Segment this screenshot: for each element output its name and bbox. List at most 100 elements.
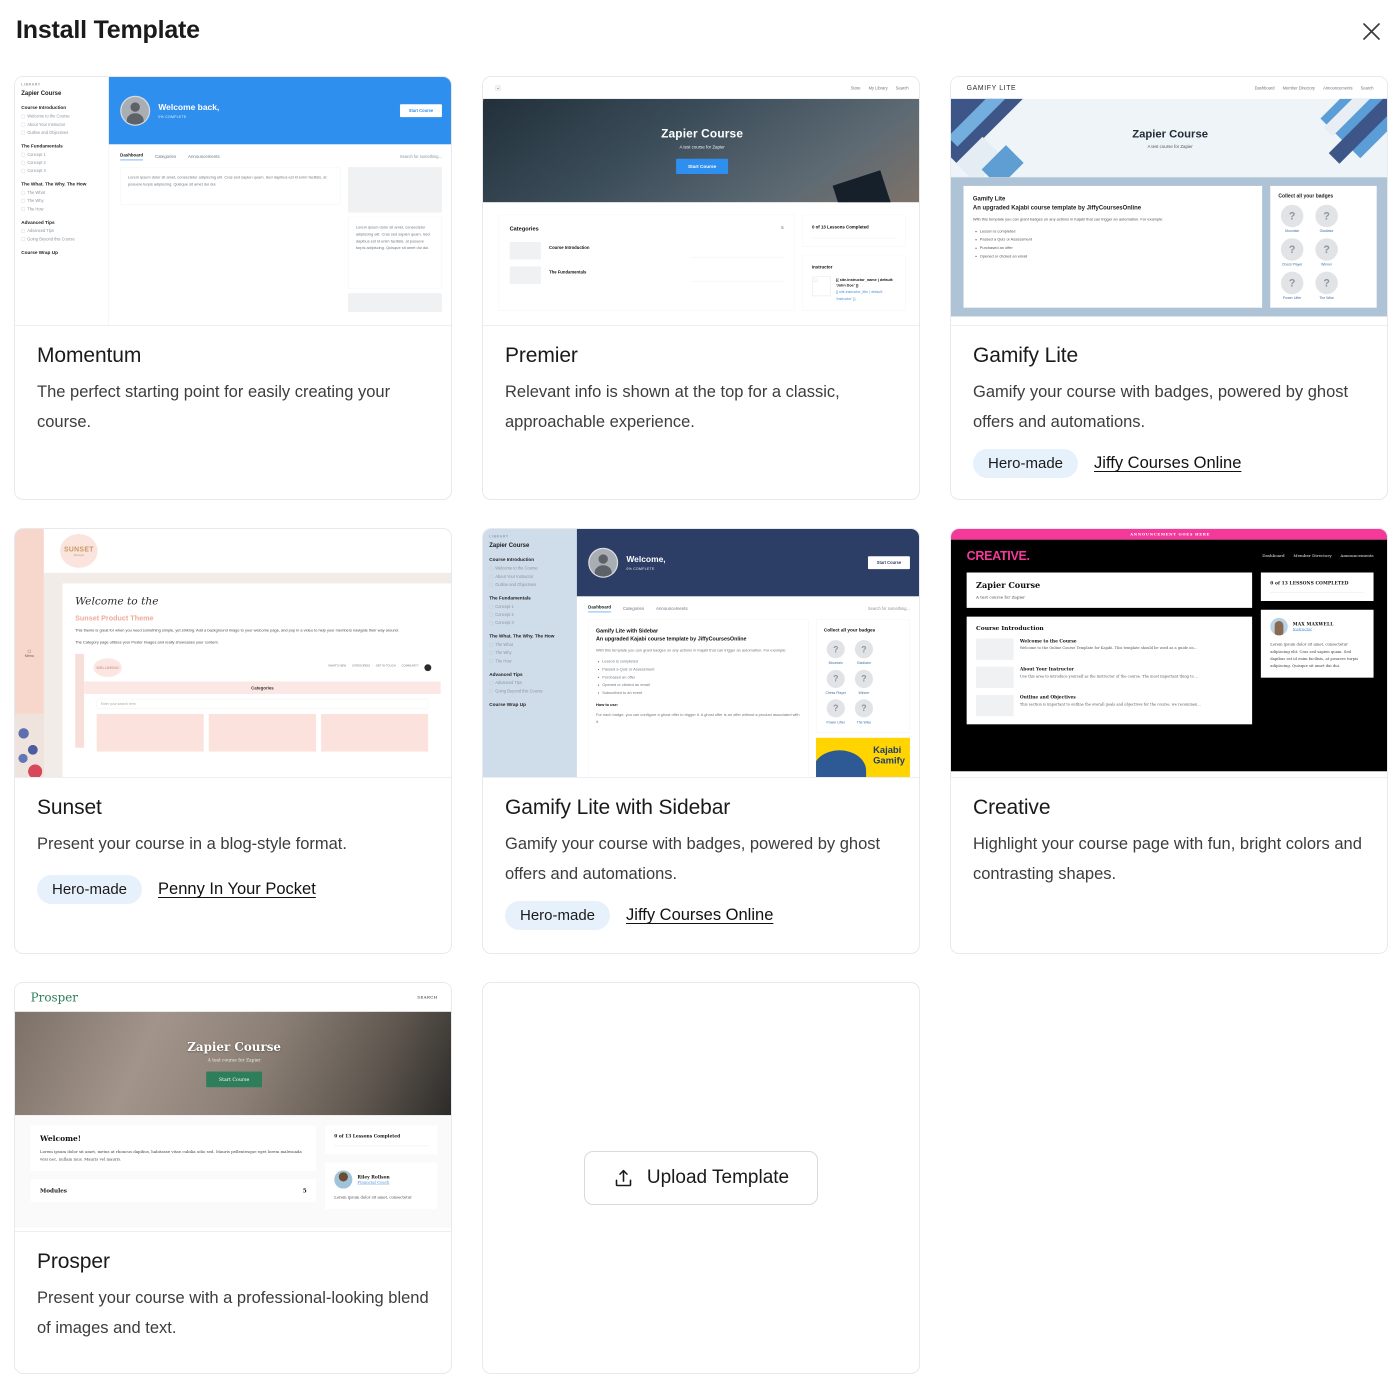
preview-text-card: Lorem ipsum dolor sit amet, consectetur … bbox=[348, 216, 442, 289]
template-card-creative[interactable]: ANNOUNCEMENT GOES HERE CREATIVE. Dashboa… bbox=[950, 528, 1388, 954]
template-thumbnail-momentum: LIBRARY Zapier Course Course Introductio… bbox=[15, 77, 451, 326]
preview-badges-title: Collect all your badges bbox=[1278, 193, 1334, 199]
template-name: Prosper bbox=[37, 1250, 110, 1273]
preview-lesson: Going Beyond this Course bbox=[21, 237, 102, 242]
preview-lesson: The What bbox=[21, 190, 102, 195]
preview-section-title: Course Introduction bbox=[489, 557, 535, 563]
close-button[interactable] bbox=[1354, 14, 1388, 48]
template-thumbnail-premier: Store My Library Search Zapier Course A … bbox=[483, 77, 919, 326]
preview-section-title: Course Introduction bbox=[21, 105, 67, 111]
preview-lesson: Concept 2 bbox=[489, 612, 570, 617]
template-description: Relevant info is shown at the top for a … bbox=[505, 383, 840, 431]
preview-lesson: Concept 3 bbox=[21, 168, 102, 173]
template-card-premier[interactable]: Store My Library Search Zapier Course A … bbox=[482, 76, 920, 500]
preview-category-item: Course Introduction bbox=[549, 245, 590, 250]
template-card-gamify-lite[interactable]: GAMIFY LITE Dashboard Member Directory A… bbox=[950, 76, 1388, 500]
preview-nav-search: SEARCH bbox=[417, 995, 438, 1000]
badge-question-icon: ? bbox=[854, 699, 873, 718]
preview-category-item: The Fundamentals bbox=[549, 269, 587, 275]
preview-badge-label: Power Lifter bbox=[1282, 296, 1302, 301]
template-author-link[interactable]: Penny In Your Pocket bbox=[158, 880, 316, 899]
preview-heading: Sunset Product Theme bbox=[75, 614, 154, 623]
preview-lesson: The Why bbox=[489, 650, 570, 655]
preview-lesson: Welcome to the Course bbox=[21, 114, 102, 119]
preview-progress-text: 0% COMPLETE bbox=[158, 115, 187, 119]
preview-start-course-button: Start Course bbox=[206, 1071, 262, 1088]
preview-badge-label: Mountain bbox=[828, 661, 843, 666]
preview-bullet: Lesson is completed bbox=[602, 658, 800, 666]
template-card-prosper[interactable]: Prosper SEARCH Zapier Course A test cour… bbox=[14, 982, 452, 1374]
preview-instructor-bio: Lorem ipsum dolor sit amet, consectetur … bbox=[1270, 642, 1359, 669]
template-grid: LIBRARY Zapier Course Course Introductio… bbox=[0, 62, 1400, 1374]
preview-nav-dashboard: Dashboard bbox=[1262, 553, 1285, 559]
preview-section-title: The What. The Why. The How bbox=[489, 633, 555, 639]
preview-paragraph: This theme is great for when you need so… bbox=[75, 628, 399, 633]
preview-welcome-script: Welcome to the bbox=[75, 594, 159, 608]
preview-menu-label: Menu bbox=[24, 653, 35, 658]
preview-lesson: Welcome to the Course bbox=[489, 566, 570, 571]
preview-inner-nav: CATEGORIES bbox=[351, 664, 371, 668]
template-card-gamify-lite-with-sidebar[interactable]: LIBRARY Zapier Course Course Introductio… bbox=[482, 528, 920, 954]
preview-lesson: Concept 1 bbox=[489, 604, 570, 609]
badge-question-icon: ? bbox=[826, 699, 845, 718]
preview-inner-nav: GET IN TOUCH bbox=[375, 664, 396, 668]
preview-lesson: The How bbox=[21, 207, 102, 212]
preview-tab-categories: Categories bbox=[622, 605, 645, 611]
preview-lesson: The Why bbox=[21, 198, 102, 203]
preview-badge-label: The Wise bbox=[856, 720, 872, 725]
preview-logo-text: SUNSET bbox=[63, 545, 94, 553]
preview-library-label: LIBRARY bbox=[21, 82, 41, 87]
preview-nav-search: Search bbox=[895, 85, 909, 91]
preview-gamify-intro: With this template you can grant badges … bbox=[595, 648, 787, 653]
template-author-link[interactable]: Jiffy Courses Online bbox=[1094, 454, 1241, 473]
preview-logo: GAMIFY LITE bbox=[966, 83, 1017, 92]
preview-bullet: Subscribed to an event bbox=[602, 689, 800, 697]
preview-inner-logo: WELLBEING bbox=[93, 658, 122, 677]
upload-template-button[interactable]: Upload Template bbox=[583, 1151, 819, 1205]
preview-section-title: Course Introduction bbox=[976, 624, 1044, 632]
preview-lesson: The How bbox=[489, 659, 570, 664]
preview-paragraph: The Category page utilizes your Poster i… bbox=[75, 640, 219, 645]
preview-avatar bbox=[334, 1170, 353, 1189]
preview-section-title: The Fundamentals bbox=[21, 143, 63, 149]
template-description: Highlight your course page with fun, bri… bbox=[973, 835, 1362, 883]
preview-howto-text: For each badge, you can configure a ghos… bbox=[595, 712, 800, 724]
preview-instructor-bio: Lorem ipsum dolor sit amet, consectetur bbox=[334, 1194, 412, 1200]
preview-search-input: Enter your search term bbox=[96, 698, 429, 709]
preview-nav-search: Search bbox=[1360, 85, 1374, 91]
preview-lesson: About Your Instructor bbox=[21, 122, 102, 127]
preview-course-title: Zapier Course bbox=[976, 580, 1041, 591]
preview-avatar bbox=[120, 95, 151, 126]
preview-lesson: The What bbox=[489, 642, 570, 647]
template-name: Premier bbox=[505, 344, 578, 367]
template-card-sunset[interactable]: ▢ Menu SUNSET lifestyle Welcome to the S… bbox=[14, 528, 452, 954]
preview-inner-nav: COMMUNITY bbox=[401, 664, 419, 668]
template-thumbnail-gamify-lite: GAMIFY LITE Dashboard Member Directory A… bbox=[951, 77, 1387, 326]
template-thumbnail-prosper: Prosper SEARCH Zapier Course A test cour… bbox=[15, 983, 451, 1232]
template-name: Creative bbox=[973, 796, 1051, 819]
template-thumbnail-sunset: ▢ Menu SUNSET lifestyle Welcome to the S… bbox=[15, 529, 451, 778]
preview-course-title: Zapier Course bbox=[1132, 127, 1208, 141]
preview-lesson-title: Outline and Objectives bbox=[1019, 694, 1076, 700]
preview-logo-text: CREATIVE bbox=[966, 549, 1027, 563]
template-name: Momentum bbox=[37, 344, 142, 367]
preview-course-subtitle: A test course for Zapier bbox=[679, 144, 725, 150]
template-card-momentum[interactable]: LIBRARY Zapier Course Course Introductio… bbox=[14, 76, 452, 500]
preview-course-subtitle: A test course for Zapier bbox=[1147, 143, 1193, 149]
preview-nav-store: Store bbox=[850, 85, 861, 91]
preview-course-subtitle: A test course for Zapier bbox=[976, 595, 1026, 600]
preview-instructor-label: Instructor bbox=[811, 264, 833, 270]
badge-question-icon: ? bbox=[1315, 238, 1338, 261]
upload-template-card[interactable]: Upload Template bbox=[482, 982, 920, 1374]
preview-tab-dashboard: Dashboard bbox=[588, 604, 612, 613]
preview-lesson: Outline and Objectives bbox=[489, 582, 570, 587]
preview-lesson: Concept 3 bbox=[489, 620, 570, 625]
preview-badge-label: The Wise bbox=[1319, 296, 1334, 301]
preview-lesson-title: About Your Instructor bbox=[1019, 666, 1074, 672]
preview-section-title: Advanced Tips bbox=[489, 671, 523, 678]
preview-badge-label: Gladiator bbox=[856, 661, 871, 666]
template-author-link[interactable]: Jiffy Courses Online bbox=[626, 906, 773, 925]
upload-icon bbox=[615, 1169, 632, 1186]
preview-start-course-button: Start Course bbox=[867, 556, 910, 570]
upload-template-label: Upload Template bbox=[646, 1167, 790, 1188]
